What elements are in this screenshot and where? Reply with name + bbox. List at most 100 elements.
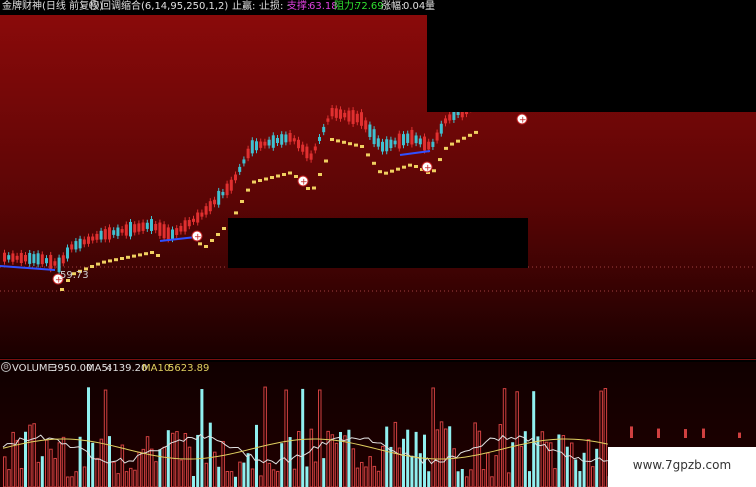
volume-bar: [91, 442, 95, 487]
candle-body: [166, 227, 170, 240]
support-dot: [60, 288, 64, 291]
candle-body: [431, 141, 435, 147]
watermark: www.7gpzb.com: [608, 447, 756, 487]
support-dot: [462, 136, 466, 140]
candle-body: [255, 141, 258, 151]
volume-bar: [242, 462, 246, 487]
candle-body: [154, 223, 158, 231]
candle-body: [284, 134, 288, 143]
candle-body: [238, 166, 242, 172]
candle-body: [322, 126, 326, 133]
support-dot: [276, 174, 280, 178]
volume-bar: [657, 428, 660, 438]
volume-bar: [528, 471, 531, 487]
resistance-label: 阻力:: [334, 1, 358, 12]
candle-body: [108, 227, 111, 240]
stock-name: 金牌财神(日线 前复权): [2, 1, 103, 12]
support-dot: [330, 138, 334, 141]
support-dot: [324, 159, 328, 163]
volume-bar: [511, 442, 515, 487]
support-dot: [216, 233, 220, 236]
volume-bar: [196, 434, 200, 487]
candle-body: [339, 109, 342, 119]
candle-body: [343, 112, 347, 118]
candle-body: [116, 227, 120, 236]
change-value: 0.04: [403, 1, 426, 12]
candle-body: [91, 236, 95, 241]
volume-bar: [78, 436, 82, 487]
volume-bar: [305, 466, 309, 487]
volume-bar: [684, 429, 687, 438]
volume-bar: [414, 431, 418, 487]
chart-title-bar: 金牌财神(日线 前复权) ⚙ 回调缩合(6,14,95,250,1,2) 止赢:…: [2, 0, 435, 14]
candle-body: [103, 229, 107, 240]
volume-bar: [40, 456, 44, 487]
candle-body: [381, 141, 384, 152]
candle-body: [385, 139, 389, 152]
candle-body: [292, 138, 296, 142]
support-dot: [282, 173, 286, 176]
volume-bar: [410, 455, 414, 487]
candle-body: [263, 141, 267, 146]
candle-body: [74, 241, 78, 250]
volume-bar: [158, 449, 162, 487]
candle-body: [11, 253, 15, 262]
candle-body: [330, 108, 334, 117]
candle-body: [200, 212, 204, 217]
candle-body: [162, 224, 166, 239]
candle-body: [267, 139, 271, 146]
candle-body: [82, 239, 86, 245]
support-dot: [240, 200, 244, 203]
support-dot: [246, 188, 250, 192]
candle-body: [250, 140, 254, 154]
candle-body: [234, 174, 237, 181]
candle-body: [66, 247, 69, 259]
candle-body: [334, 108, 338, 118]
candle-body: [78, 238, 82, 249]
candle-body: [313, 146, 317, 151]
candle-body: [53, 261, 57, 266]
candle-body: [414, 135, 418, 144]
signal-marker-plus: +: [194, 233, 202, 243]
candle-body: [40, 254, 44, 265]
volume-bar: [385, 426, 389, 487]
candle-body: [120, 229, 124, 233]
candle-body: [418, 138, 422, 145]
support-dot: [132, 254, 136, 258]
panel-divider: [0, 359, 756, 360]
volume-bar: [108, 436, 111, 487]
candle-body: [355, 113, 359, 123]
candle-body: [221, 191, 225, 196]
support-dot: [318, 173, 322, 176]
price-chart[interactable]: +++++ 59.73: [0, 15, 756, 358]
candle-body: [301, 144, 305, 152]
volume-bar: [192, 475, 195, 487]
candle-body: [19, 252, 23, 264]
indicator-label[interactable]: 回调缩合(6,14,95,250,1,2): [101, 0, 228, 14]
support-dot: [456, 139, 460, 143]
support-dot: [372, 161, 376, 165]
candle-body: [87, 236, 90, 244]
candle-body: [242, 159, 246, 164]
candle-body: [49, 254, 53, 270]
candle-body: [183, 220, 187, 232]
stop-loss-label: 止损: ·: [260, 1, 290, 12]
support-dot: [396, 167, 400, 171]
support-dot: [450, 142, 454, 146]
occlusion-box-top-right: [427, 15, 756, 112]
volume-bar: [166, 430, 170, 487]
signal-marker-plus: +: [424, 164, 432, 174]
candle-body: [351, 110, 355, 124]
candle-body: [208, 201, 212, 212]
candle-body: [192, 218, 195, 222]
volume-bar: [339, 431, 342, 487]
candle-body: [271, 135, 275, 148]
volume-bar: [578, 471, 582, 487]
candle-body: [28, 252, 32, 264]
candle-body: [397, 133, 401, 149]
candle-body: [305, 146, 309, 159]
candle-body: [137, 223, 141, 232]
candle-body: [187, 220, 191, 227]
support-dot: [156, 254, 160, 257]
signal-marker-plus: +: [519, 116, 527, 126]
